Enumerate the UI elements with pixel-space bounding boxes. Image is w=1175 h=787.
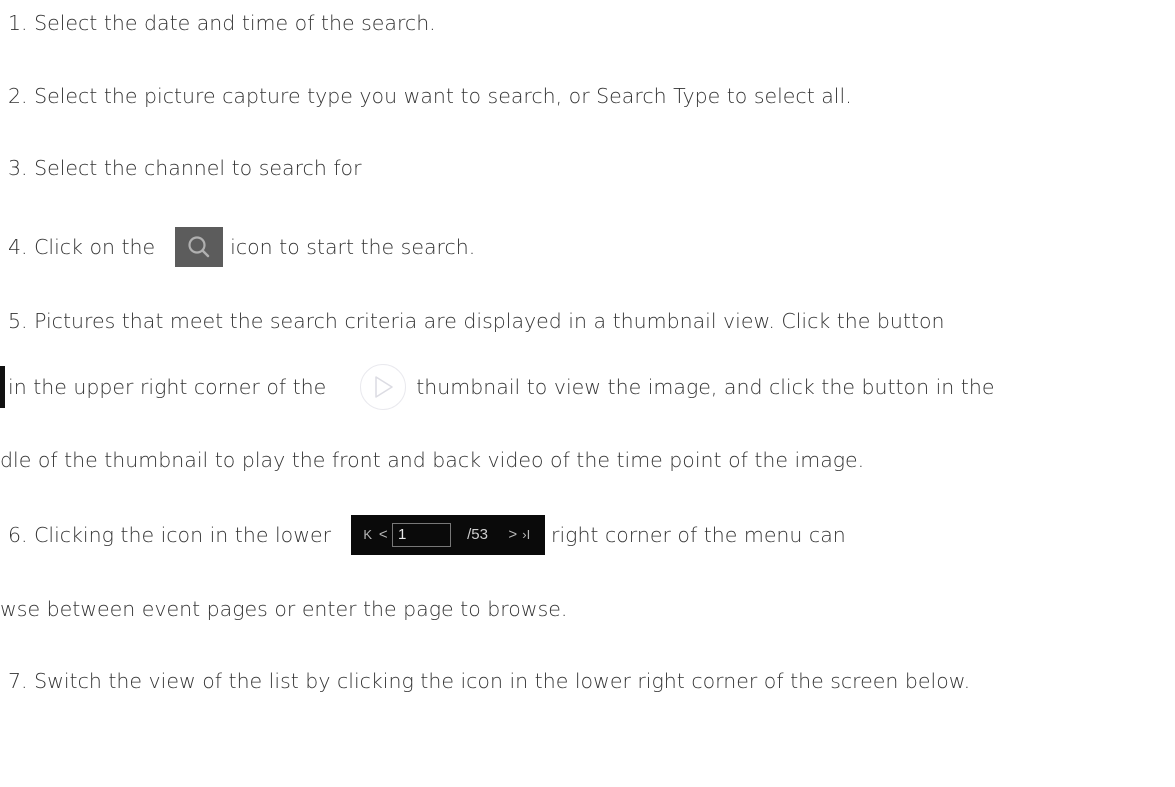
cropped-button-edge	[0, 366, 5, 408]
first-page-button[interactable]: K	[363, 521, 372, 549]
prev-page-button[interactable]: <	[376, 521, 390, 549]
step-1: 1. Select the date and time of the searc…	[8, 3, 1175, 43]
step-3-text: 3. Select the channel to search for	[8, 156, 362, 180]
step-3: 3. Select the channel to search for	[8, 148, 1175, 188]
step-6-cont: wse between event pages or enter the pag…	[0, 589, 1175, 629]
step-5b-text-before: in the upper right corner of the	[8, 375, 327, 399]
step-6-text-after: right corner of the menu can	[551, 523, 846, 547]
step-7: 7. Switch the view of the list by clicki…	[8, 661, 1175, 701]
step-6-text-before: 6. Clicking the icon in the lower	[8, 523, 332, 547]
step-7-text: 7. Switch the view of the list by clicki…	[8, 669, 971, 693]
step-5-text: 5. Pictures that meet the search criteri…	[8, 309, 945, 333]
next-page-button[interactable]: >	[506, 521, 520, 549]
last-page-button[interactable]: ›I	[519, 521, 533, 549]
step-5c-text: dle of the thumbnail to play the front a…	[0, 448, 865, 472]
step-2-text: 2. Select the picture capture type you w…	[8, 84, 852, 108]
search-icon	[175, 227, 224, 267]
step-4: 4. Click on the icon to start the search…	[8, 227, 1175, 267]
step-5b-text-after: thumbnail to view the image, and click t…	[416, 375, 995, 399]
step-2: 2. Select the picture capture type you w…	[8, 76, 1175, 116]
step-5: 5. Pictures that meet the search criteri…	[8, 301, 1175, 341]
play-icon	[360, 364, 407, 410]
pagination-bar: K < 1 /53 > ›I	[351, 515, 546, 555]
step-5-cont-2: dle of the thumbnail to play the front a…	[0, 440, 1175, 480]
step-1-text: 1. Select the date and time of the searc…	[8, 11, 436, 35]
step-4-text-before: 4. Click on the	[8, 235, 156, 259]
page-number-input[interactable]: 1	[392, 523, 452, 547]
page-total: /53	[467, 526, 488, 543]
step-6: 6. Clicking the icon in the lower K < 1 …	[8, 515, 1175, 555]
step-6b-text: wse between event pages or enter the pag…	[0, 597, 568, 621]
step-5-cont: in the upper right corner of the thumbna…	[8, 364, 1175, 410]
step-4-text-after: icon to start the search.	[230, 235, 476, 259]
